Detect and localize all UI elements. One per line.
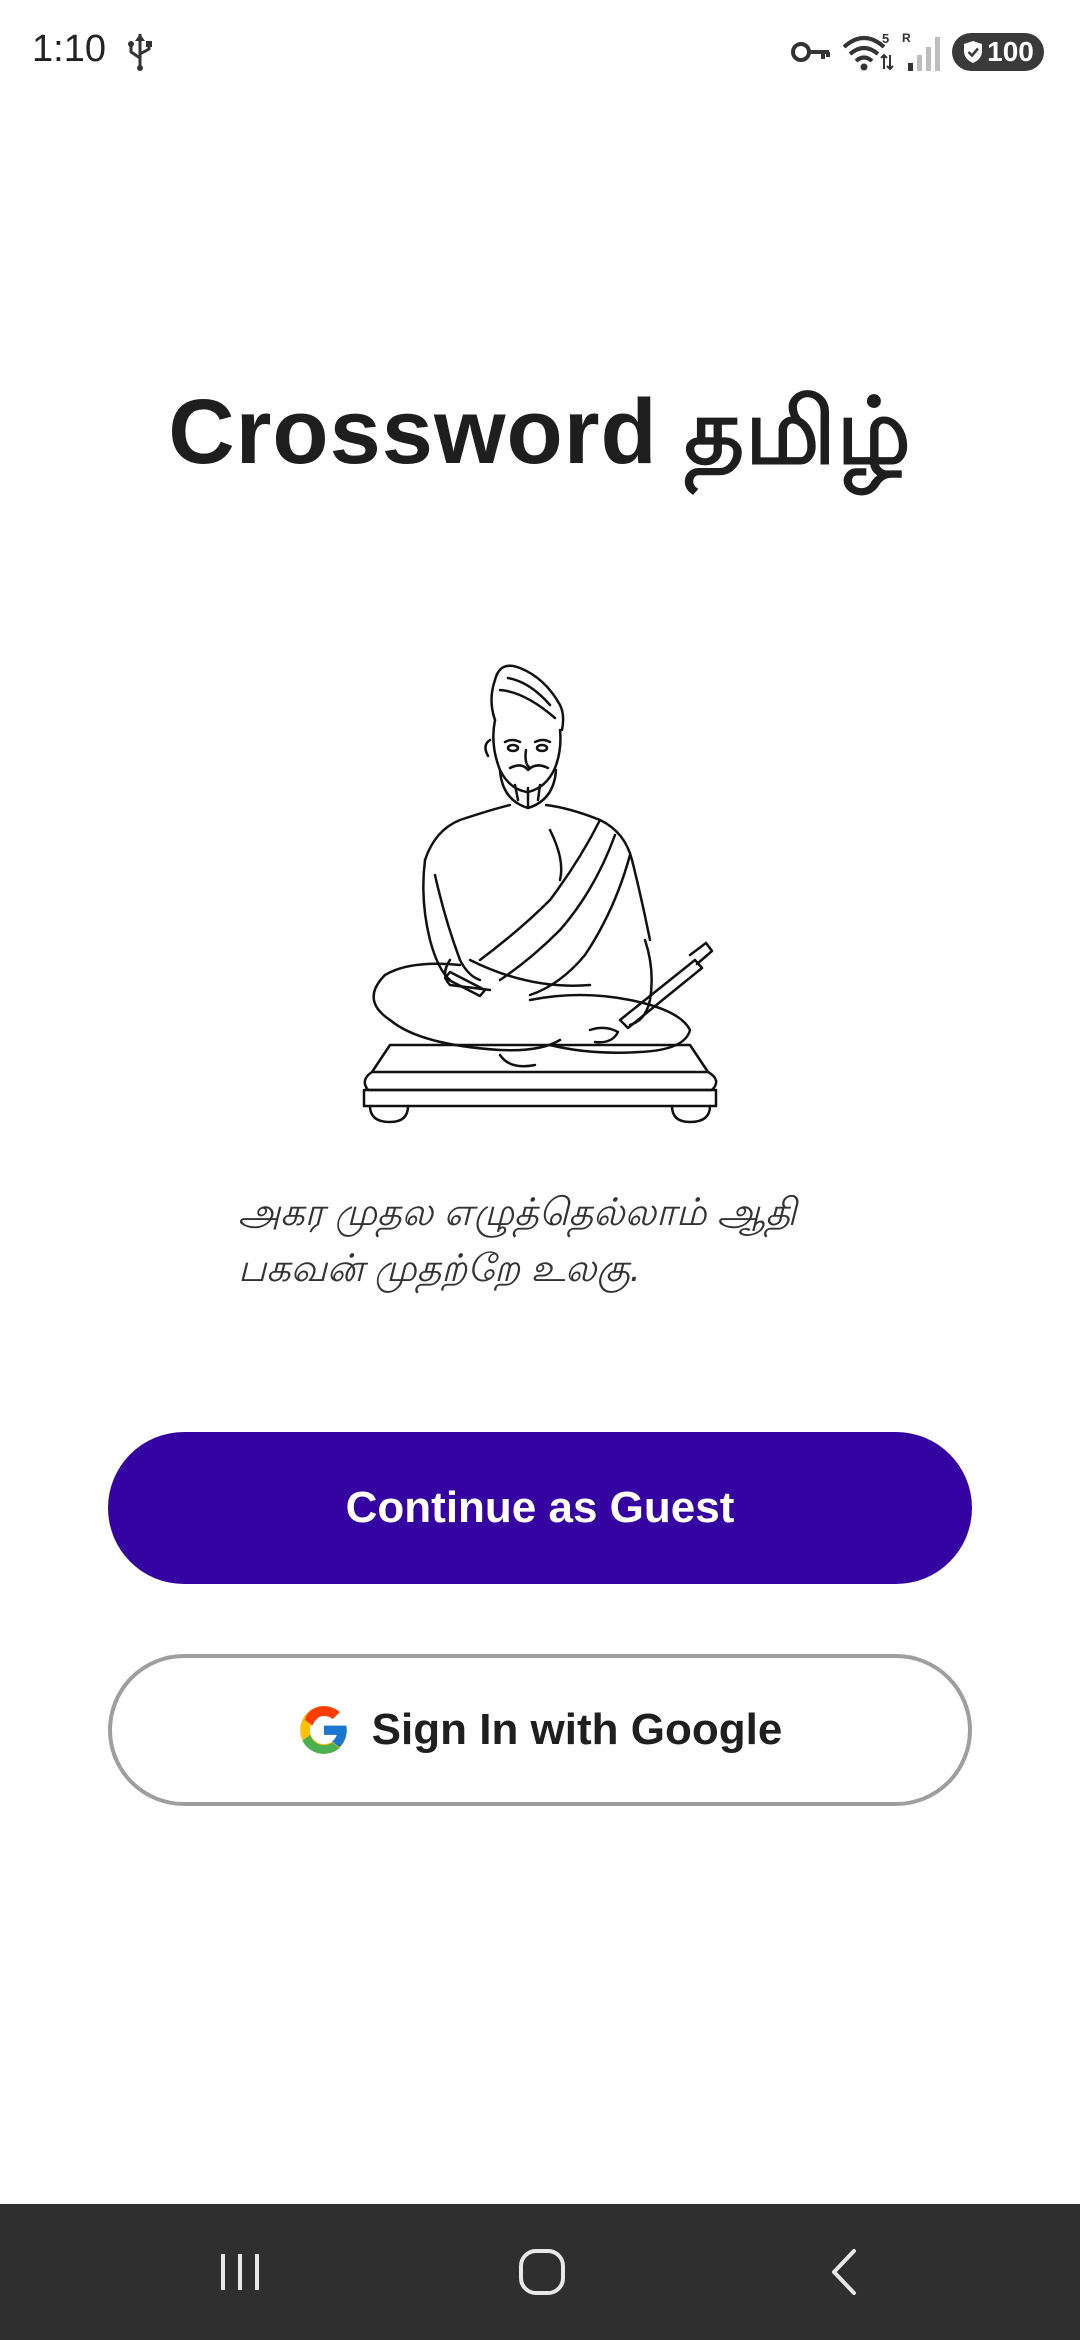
- usb-icon: [128, 34, 152, 71]
- back-icon: [832, 2249, 856, 2295]
- google-icon: [299, 1706, 347, 1754]
- recents-icon: [221, 2254, 259, 2290]
- status-time: 1:10: [32, 28, 106, 70]
- thiruvalluvar-illustration: [362, 664, 718, 1124]
- quote-line-1: அகர முதல எழுத்தெல்லாம் ஆதி: [238, 1192, 797, 1234]
- sign-in-with-google-button[interactable]: Sign In with Google: [108, 1654, 972, 1806]
- system-navigation-bar: [0, 2204, 1080, 2340]
- status-icons: 5 R 100: [790, 30, 1044, 74]
- continue-as-guest-button[interactable]: Continue as Guest: [108, 1432, 972, 1584]
- quote-line-2: பகவன் முதற்றே உலகு.: [238, 1248, 641, 1290]
- sign-in-with-google-label: Sign In with Google: [371, 1705, 783, 1754]
- signal-icon: R: [902, 31, 940, 71]
- battery-indicator: 100: [952, 33, 1044, 71]
- wifi-icon: 5: [842, 31, 894, 71]
- recents-button[interactable]: [200, 2234, 280, 2310]
- vpn-key-icon: [791, 42, 830, 62]
- back-button[interactable]: [804, 2234, 884, 2310]
- continue-as-guest-label: Continue as Guest: [345, 1483, 735, 1532]
- shield-icon: [964, 41, 983, 63]
- kural-quote: அகர முதல எழுத்தெல்லாம் ஆதி பகவன் முதற்றே…: [238, 1185, 878, 1297]
- svg-text:R: R: [902, 31, 911, 45]
- app-title: Crossword தமிழ்: [168, 381, 912, 483]
- svg-text:5: 5: [882, 31, 889, 46]
- login-screen: 1:10 5 R 100 Crossword தமிழ் அகர முதல எழ…: [0, 0, 1080, 2340]
- status-bar: 1:10 5 R 100: [0, 0, 1080, 100]
- home-button[interactable]: [502, 2234, 582, 2310]
- battery-level: 100: [987, 36, 1034, 67]
- home-icon: [519, 2249, 565, 2295]
